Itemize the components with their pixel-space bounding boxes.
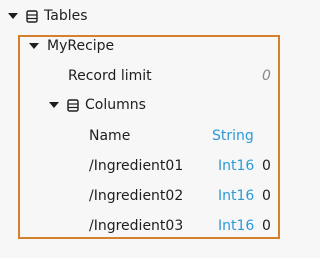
column-type: String: [212, 128, 254, 144]
tables-node[interactable]: Tables: [8, 5, 88, 27]
record-limit-row[interactable]: Record limit: [68, 65, 152, 87]
column-type: Int16: [218, 158, 255, 174]
record-limit-value: 0: [262, 68, 271, 84]
chevron-down-icon[interactable]: [29, 43, 39, 49]
table-icon: [67, 98, 79, 112]
column-name: /Ingredient02: [89, 188, 184, 204]
columns-label: Columns: [85, 97, 146, 113]
column-value: 0: [262, 188, 271, 204]
column-value: 0: [262, 158, 271, 174]
record-limit-label: Record limit: [68, 68, 152, 84]
column-value: 0: [262, 218, 271, 234]
recipe-label: MyRecipe: [47, 38, 115, 54]
column-row-name[interactable]: Name: [89, 125, 130, 147]
chevron-down-icon[interactable]: [8, 13, 18, 19]
tables-label: Tables: [44, 8, 88, 24]
column-name: Name: [89, 128, 131, 144]
column-row-ingredient03[interactable]: /Ingredient03: [89, 215, 183, 237]
chevron-down-icon[interactable]: [49, 102, 59, 108]
columns-node[interactable]: Columns: [49, 94, 146, 116]
column-type: Int16: [218, 218, 255, 234]
column-row-ingredient02[interactable]: /Ingredient02: [89, 185, 183, 207]
column-type: Int16: [218, 188, 255, 204]
column-name: /Ingredient01: [89, 158, 184, 174]
column-row-ingredient01[interactable]: /Ingredient01: [89, 155, 183, 177]
column-name: /Ingredient03: [89, 218, 184, 234]
recipe-node[interactable]: MyRecipe: [29, 35, 114, 57]
table-icon: [26, 9, 38, 23]
